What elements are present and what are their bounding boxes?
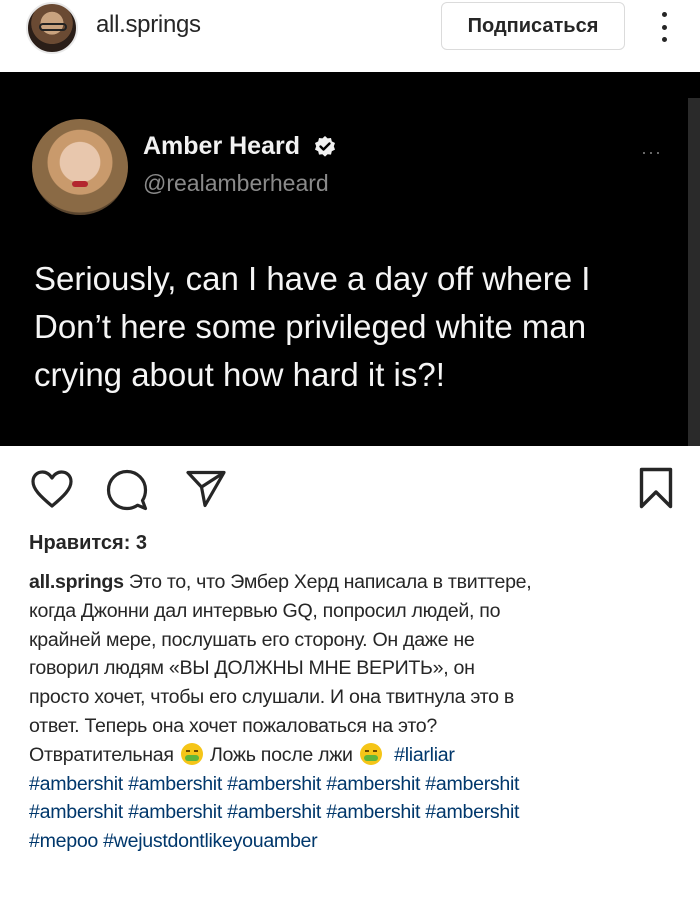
hashtag-link[interactable]: #ambershit #ambershit #ambershit #ambers…	[29, 770, 689, 799]
bookmark-icon[interactable]	[639, 467, 673, 509]
caption-line: #mepoo #wejustdontlikeyouamber	[29, 827, 689, 856]
caption-line: ответ. Теперь она хочет пожаловаться на …	[29, 714, 437, 737]
post-header: all.springs Подписаться	[0, 0, 700, 72]
tweet-text: Seriously, can I have a day off where I …	[34, 255, 674, 399]
verified-badge-icon	[314, 136, 335, 157]
caption-line: просто хочет, чтобы его слушали. И она т…	[29, 686, 514, 709]
image-edge-strip	[688, 98, 700, 446]
tweet-author-name-text: Amber Heard	[143, 132, 300, 160]
hashtag-link[interactable]: #wejustdontlikeyouamber	[103, 830, 318, 852]
caption-line: когда Джонни дал интервью GQ, попросил л…	[29, 599, 501, 622]
paper-plane-icon[interactable]	[186, 470, 226, 508]
caption-line: all.springs Это то, что Эмбер Херд напис…	[29, 568, 689, 597]
nauseated-face-icon	[180, 742, 203, 765]
caption-username[interactable]: all.springs	[29, 571, 124, 593]
hashtag-link[interactable]: #ambershit #ambershit #ambershit #ambers…	[29, 798, 689, 827]
follow-button[interactable]: Подписаться	[441, 2, 625, 50]
caption-line: крайней мере, послушать его сторону. Он …	[29, 628, 475, 651]
hashtag-link[interactable]: #mepoo	[29, 830, 98, 852]
heart-icon[interactable]	[30, 469, 74, 509]
caption-text: Это то, что Эмбер Херд написала в твитте…	[128, 571, 532, 593]
tweet-more-icon: ···	[641, 142, 662, 162]
tweet-author-name: Amber Heard	[143, 132, 337, 161]
comment-icon[interactable]	[106, 469, 148, 511]
caption-line: Отвратительная Ложь после лжи #liarliar	[29, 741, 689, 770]
caption-line: говорил людям «ВЫ ДОЛЖНЫ МНЕ ВЕРИТЬ», он	[29, 657, 475, 680]
caption-text: Отвратительная	[29, 743, 174, 766]
post-username[interactable]: all.springs	[96, 11, 201, 39]
likes-count[interactable]: Нравится: 3	[29, 532, 147, 555]
tweet-text-line: Seriously, can I have a day off where I	[34, 260, 591, 297]
tweet-text-line: crying about how hard it is?!	[34, 356, 445, 393]
post-caption: all.springs Это то, что Эмбер Херд напис…	[29, 568, 689, 856]
post-image-tweet: Amber Heard @realamberheard ··· Seriousl…	[0, 72, 700, 446]
nauseated-face-icon	[359, 742, 382, 765]
user-avatar[interactable]	[26, 2, 78, 54]
hashtag-link[interactable]: #liarliar	[394, 744, 455, 766]
tweet-handle: @realamberheard	[143, 170, 329, 196]
tweet-text-line: Don’t here some privileged white man	[34, 308, 587, 345]
tweet-avatar	[32, 119, 128, 215]
more-vertical-icon[interactable]	[654, 8, 674, 46]
caption-text: Ложь после лжи	[210, 743, 353, 766]
